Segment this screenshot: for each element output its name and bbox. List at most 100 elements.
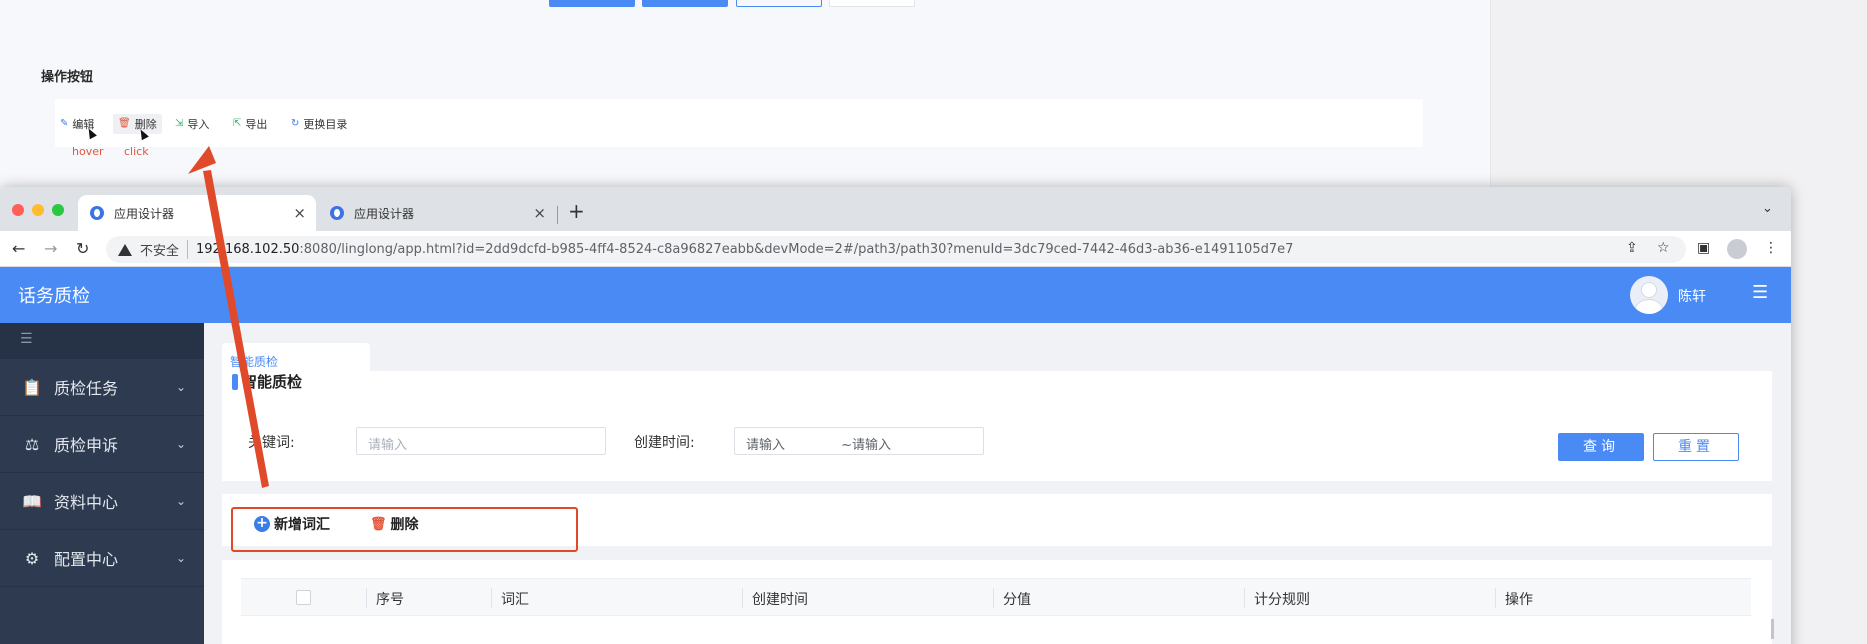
column-separator: [993, 588, 994, 608]
new-tab-button[interactable]: +: [568, 199, 585, 223]
share-icon[interactable]: ⇪: [1626, 240, 1638, 256]
close-window-button[interactable]: [12, 204, 24, 216]
screenshot-stage: 操作按钮 ✎ 编辑 🗑 删除 ⇲ 导入 ⇱ 导出 ↻ 更换目录 hover cl…: [0, 0, 1867, 644]
url-omnibox[interactable]: 不安全 192.168.102.50 :8080/linglong/app.ht…: [106, 236, 1686, 263]
click-note: click: [124, 145, 149, 158]
sidebar-item-label: 质检任务: [54, 379, 119, 398]
chevron-down-icon: ⌄: [175, 551, 186, 565]
app-title: 话务质检: [18, 286, 90, 307]
clipboard-icon: 📋: [22, 377, 42, 397]
keyword-label: 关键词:: [248, 435, 295, 451]
main-content: 智能质检 智能质检 关键词: 请输入 创建时间: 请输入 ~请输入 查询 重置 …: [204, 323, 1791, 644]
column-header: 创建时间: [752, 592, 808, 608]
sidebar-item-quality-task[interactable]: 📋 质检任务 ⌄: [0, 359, 204, 416]
refresh-icon: ↻: [291, 118, 300, 129]
doc-top-button: [829, 0, 915, 7]
side-panel-icon[interactable]: ▣: [1697, 240, 1710, 256]
sidebar: ☰ 📋 质检任务 ⌄ ⚖ 质检申诉 ⌄ 📖 资料中心 ⌄ ⚙ 配置中心 ⌄: [0, 323, 204, 644]
doc-top-button: [642, 0, 728, 7]
sidebar-item-config[interactable]: ⚙ 配置中心 ⌄: [0, 530, 204, 587]
import-label: 导入: [187, 118, 210, 131]
sidebar-item-label: 资料中心: [54, 493, 119, 512]
column-header: 分值: [1003, 592, 1031, 608]
book-icon: 📖: [22, 491, 42, 511]
url-path: :8080/linglong/app.html?id=2dd9dcfd-b985…: [299, 242, 1294, 257]
column-separator: [1495, 588, 1496, 608]
bookmark-star-icon[interactable]: ☆: [1657, 240, 1670, 256]
tab-title: 应用设计器: [354, 206, 415, 221]
sidebar-item-resources[interactable]: 📖 资料中心 ⌄: [0, 473, 204, 530]
sidebar-item-label: 质检申诉: [54, 436, 119, 455]
operation-buttons-panel: ✎ 编辑 🗑 删除 ⇲ 导入 ⇱ 导出 ↻ 更换目录: [55, 99, 1423, 147]
reload-icon[interactable]: ↻: [76, 239, 89, 258]
back-icon[interactable]: ←: [12, 239, 25, 258]
select-all-checkbox[interactable]: [296, 590, 311, 605]
query-button[interactable]: 查询: [1558, 433, 1644, 461]
address-bar-row: ← → ↻ 不安全 192.168.102.50 :8080/linglong/…: [0, 231, 1791, 267]
change-directory-label: 更换目录: [303, 118, 348, 131]
minimize-window-button[interactable]: [32, 204, 44, 216]
change-directory-button[interactable]: ↻ 更换目录: [286, 114, 352, 134]
time-end-placeholder: ~请输入: [841, 438, 892, 453]
trash-icon: 🗑: [118, 118, 131, 129]
table-scrollbar[interactable]: [1771, 619, 1774, 639]
column-separator: [491, 588, 492, 608]
warning-icon: [118, 243, 132, 256]
chevron-down-icon: ⌄: [175, 437, 186, 451]
keyword-input[interactable]: 请输入: [356, 427, 606, 455]
gavel-icon: ⚖: [24, 434, 40, 454]
doc-top-button: [736, 0, 822, 7]
sidebar-item-label: 配置中心: [54, 550, 119, 569]
browser-tab[interactable]: 应用设计器 ×: [318, 195, 556, 231]
column-separator: [742, 588, 743, 608]
browser-menu-icon[interactable]: ⋮: [1764, 240, 1778, 256]
export-button[interactable]: ⇱ 导出: [228, 114, 272, 134]
url-host: 192.168.102.50: [196, 242, 300, 257]
card-title: 智能质检: [232, 371, 302, 392]
browser-tab-active[interactable]: 应用设计器 ×: [78, 195, 316, 231]
column-header: 操作: [1505, 592, 1533, 608]
close-tab-icon[interactable]: ×: [293, 204, 306, 222]
collapse-sidebar-icon[interactable]: ☰: [0, 323, 204, 359]
chevron-down-icon: ⌄: [175, 494, 186, 508]
maximize-window-button[interactable]: [52, 204, 64, 216]
browser-window: 应用设计器 × 应用设计器 × + ⌄ ← → ↻ 不安全 192.168.10…: [0, 187, 1791, 644]
app-favicon-icon: [90, 206, 104, 220]
chevron-down-icon: ⌄: [175, 380, 186, 394]
user-avatar[interactable]: [1630, 276, 1668, 314]
app-favicon-icon: [330, 206, 344, 220]
import-button[interactable]: ⇲ 导入: [170, 114, 214, 134]
section-title: 操作按钮: [41, 70, 94, 85]
card-title-text: 智能质检: [242, 373, 303, 391]
security-label: 不安全: [140, 240, 189, 259]
doc-top-button: [549, 0, 635, 7]
app-header: 话务质检 陈轩 ☰: [0, 267, 1791, 323]
column-separator: [366, 588, 367, 608]
forward-icon[interactable]: →: [44, 239, 57, 258]
tab-bar: 应用设计器 × 应用设计器 × + ⌄: [0, 187, 1791, 231]
created-time-range-input[interactable]: 请输入 ~请输入: [734, 427, 984, 455]
profile-avatar-icon[interactable]: [1727, 239, 1747, 259]
user-name[interactable]: 陈轩: [1678, 286, 1706, 306]
terms-table: 序号 词汇 创建时间 分值 计分规则 操作: [222, 560, 1774, 644]
table-header: 序号 词汇 创建时间 分值 计分规则 操作: [241, 578, 1751, 616]
sidebar-item-appeal[interactable]: ⚖ 质检申诉 ⌄: [0, 416, 204, 473]
column-separator: [1244, 588, 1245, 608]
column-header: 计分规则: [1254, 592, 1310, 608]
created-time-label: 创建时间:: [634, 435, 695, 451]
tab-search-chevron-icon[interactable]: ⌄: [1762, 201, 1773, 216]
tab-title: 应用设计器: [114, 206, 175, 221]
column-header: 序号: [376, 592, 404, 608]
annotation-highlight-box: [231, 507, 578, 552]
settings-icon: ⚙: [24, 548, 40, 568]
time-start-placeholder: 请输入: [746, 438, 786, 453]
search-card: 智能质检 关键词: 请输入 创建时间: 请输入 ~请输入 查询 重置: [222, 371, 1772, 481]
close-tab-icon[interactable]: ×: [533, 204, 546, 222]
menu-list-icon[interactable]: ☰: [1752, 282, 1768, 303]
title-accent-bar: [232, 373, 238, 390]
export-label: 导出: [245, 118, 268, 131]
import-icon: ⇲: [175, 118, 184, 129]
reset-button[interactable]: 重置: [1653, 433, 1739, 461]
tab-separator: [557, 206, 558, 224]
edit-icon: ✎: [60, 118, 69, 129]
